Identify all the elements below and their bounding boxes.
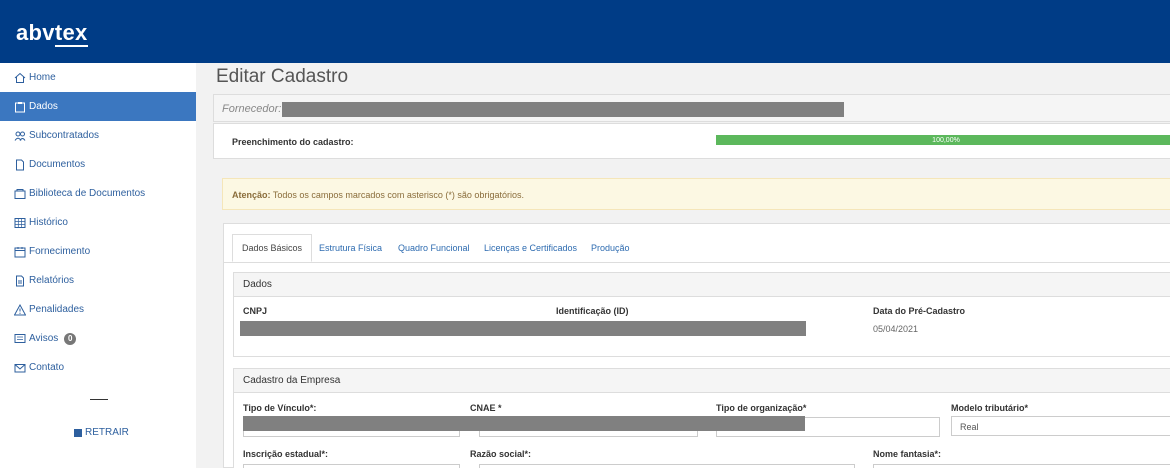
tabs-underline — [224, 262, 1170, 263]
sidebar-item-label: Histórico — [29, 217, 68, 228]
warning-icon — [13, 303, 26, 316]
archive-icon — [13, 187, 26, 200]
alert-strong: Atenção: — [232, 190, 271, 200]
alert-text: Todos os campos marcados com asterisco (… — [270, 190, 524, 200]
sidebar-item-label: Avisos — [29, 333, 59, 344]
sidebar-item-label: Dados — [29, 101, 58, 112]
grid-icon — [13, 216, 26, 229]
users-icon — [13, 129, 26, 142]
abvtex-logo[interactable]: abvtex — [16, 20, 88, 47]
sidebar-item-contato[interactable]: Contato — [0, 353, 196, 382]
sidebar-item-label: Fornecimento — [29, 246, 91, 257]
tab-estrutura-fisica[interactable]: Estrutura Física — [310, 234, 391, 262]
razao-social-input[interactable] — [479, 464, 855, 468]
progress-bar: 100,00% — [716, 135, 1170, 145]
sidebar-item-label: Contato — [29, 362, 65, 373]
mail-icon — [13, 361, 26, 374]
sidebar-item-subcontratados[interactable]: Subcontratados — [0, 121, 196, 150]
sidebar-item-label: Subcontratados — [29, 130, 100, 141]
fornecedor-panel: Fornecedor: — [213, 94, 1170, 122]
nome-fantasia-input[interactable] — [873, 464, 1170, 468]
calendar-icon — [13, 245, 26, 258]
sidebar-divider — [90, 399, 108, 400]
sidebar-item-relatorios[interactable]: Relatórios — [0, 266, 196, 295]
sidebar-item-label: Documentos — [29, 159, 86, 170]
top-bar: abvtex — [0, 0, 1170, 63]
fornecedor-label: Fornecedor: — [222, 103, 282, 115]
sidebar-item-label: Home — [29, 72, 56, 83]
sidebar-item-label: Relatórios — [29, 275, 75, 286]
redacted-cadastro — [243, 416, 805, 431]
cadastro-tabs-panel: Dados Básicos Estrutura Física Quadro Fu… — [223, 223, 1170, 468]
tipo-vinculo-label: Tipo de Vínculo*: — [243, 403, 317, 413]
sidebar-item-dados[interactable]: Dados — [0, 92, 196, 121]
progress-fill: 100,00% — [716, 135, 1170, 145]
sidebar-item-documentos[interactable]: Documentos — [0, 150, 196, 179]
home-icon — [13, 71, 26, 84]
tab-producao[interactable]: Produção — [582, 234, 639, 262]
logo-prefix: abv — [16, 20, 55, 45]
preenchimento-label: Preenchimento do cadastro: — [232, 137, 354, 147]
dados-panel-title: Dados — [234, 273, 1170, 297]
cnpj-label: CNPJ — [243, 306, 268, 316]
required-fields-alert: Atenção: Todos os campos marcados com as… — [222, 178, 1170, 210]
sidebar-item-avisos[interactable]: Avisos 0 — [0, 324, 196, 353]
razao-social-label: Razão social*: — [470, 449, 532, 459]
retrair-button[interactable]: RETRAIR — [74, 427, 129, 438]
data-precadastro-value: 05/04/2021 — [873, 324, 919, 334]
preenchimento-panel: Preenchimento do cadastro: 100,00% — [213, 123, 1170, 159]
sidebar-item-label: Penalidades — [29, 304, 85, 315]
page-title: Editar Cadastro — [216, 66, 349, 87]
sidebar-item-biblioteca[interactable]: Biblioteca de Documentos — [0, 179, 196, 208]
sidebar-item-historico[interactable]: Histórico — [0, 208, 196, 237]
report-icon — [13, 274, 26, 287]
nome-fantasia-label: Nome fantasia*: — [873, 449, 942, 459]
data-precadastro-label: Data do Pré-Cadastro — [873, 306, 966, 316]
clipboard-icon — [13, 100, 26, 113]
redacted-cnpj-id — [240, 321, 806, 336]
sidebar-item-home[interactable]: Home — [0, 63, 196, 92]
tab-licencas-certificados[interactable]: Licenças e Certificados — [475, 234, 586, 262]
modelo-tributario-label: Modelo tributário* — [951, 403, 1028, 413]
logo-underlined: tex — [54, 20, 88, 47]
dados-panel: Dados CNPJ Identificação (ID) Data do Pr… — [233, 272, 1170, 357]
sidebar-item-fornecimento[interactable]: Fornecimento — [0, 237, 196, 266]
tab-quadro-funcional[interactable]: Quadro Funcional — [389, 234, 479, 262]
message-icon — [13, 332, 26, 345]
sidebar-item-penalidades[interactable]: Penalidades — [0, 295, 196, 324]
retrair-label: RETRAIR — [85, 427, 129, 438]
avisos-count-badge: 0 — [64, 332, 77, 345]
cnae-label: CNAE * — [470, 403, 502, 413]
sidebar: Home Dados Subcontratados Documentos Bib… — [0, 63, 196, 468]
cadastro-empresa-panel: Cadastro da Empresa Tipo de Vínculo*: CN… — [233, 368, 1170, 468]
redacted-fornecedor — [282, 102, 844, 117]
modelo-tributario-select[interactable]: Real — [951, 416, 1170, 436]
inscricao-estadual-input[interactable] — [243, 464, 460, 468]
id-label: Identificação (ID) — [556, 306, 629, 316]
tipo-organizacao-label: Tipo de organização* — [716, 403, 807, 413]
cadastro-panel-title: Cadastro da Empresa — [234, 369, 1170, 393]
tab-dados-basicos[interactable]: Dados Básicos — [232, 234, 313, 262]
document-icon — [13, 158, 26, 171]
collapse-icon — [74, 428, 82, 437]
sidebar-item-label: Biblioteca de Documentos — [29, 188, 146, 199]
inscricao-estadual-label: Inscrição estadual*: — [243, 449, 329, 459]
main-content: Editar Cadastro Fornecedor: Preenchiment… — [196, 63, 1170, 468]
